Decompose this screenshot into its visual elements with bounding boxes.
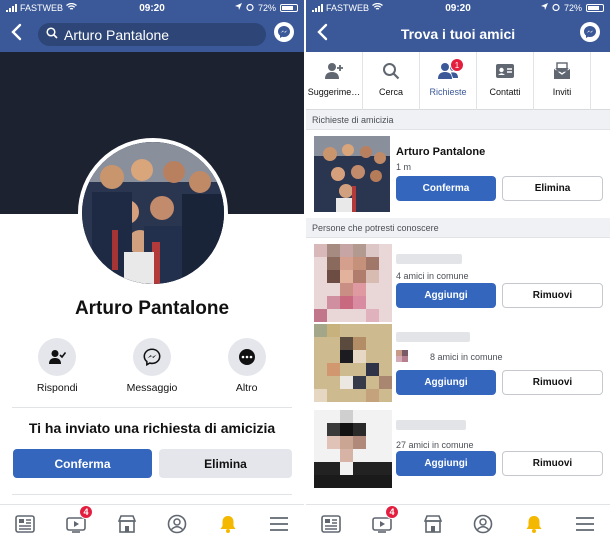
bottom-nav: 4 [306, 504, 610, 542]
news-feed-icon[interactable] [316, 509, 346, 539]
notifications-bell-icon[interactable] [519, 509, 549, 539]
watch-icon[interactable]: 4 [367, 504, 399, 539]
watch-badge: 4 [78, 504, 93, 519]
message-label: Messaggio [126, 382, 178, 394]
menu-icon[interactable] [570, 509, 600, 539]
confirm-button[interactable]: Conferma [13, 449, 152, 478]
messenger-icon [143, 348, 161, 366]
top-bar: FASTWEB 09:20 72% Trova i tuoi amici [306, 0, 610, 52]
suggestion-row: 4 amici in comune Aggiungi Rimuovi [306, 238, 610, 322]
find-friends-screen: FASTWEB 09:20 72% Trova i tuoi amici Sug… [306, 0, 610, 542]
suggestion-name-blurred [396, 420, 466, 430]
profile-screen: FASTWEB 09:20 72% Arturo Pantalone Artur… [0, 0, 304, 542]
message-button[interactable]: Messaggio [107, 338, 197, 394]
request-avatar[interactable] [314, 136, 390, 212]
divider [12, 407, 292, 408]
status-bar: FASTWEB 09:20 72% [306, 0, 610, 16]
status-bar: FASTWEB 09:20 72% [0, 0, 304, 16]
suggestion-name-blurred [396, 254, 462, 264]
watch-icon[interactable]: 4 [61, 504, 93, 539]
requests-badge: 1 [450, 58, 464, 72]
battery-icon [586, 4, 604, 12]
watch-badge: 4 [384, 504, 399, 519]
search-input[interactable] [64, 26, 254, 43]
tab-suggestions[interactable]: Suggerime… [306, 52, 363, 110]
marketplace-icon[interactable] [112, 509, 142, 539]
friend-request-text: Ti ha inviato una richiesta di amicizia [28, 420, 276, 436]
suggestion-avatar-blurred[interactable] [314, 244, 392, 322]
confirm-request-button[interactable]: Conferma [396, 176, 496, 201]
request-name[interactable]: Arturo Pantalone [396, 146, 485, 158]
suggestion-avatar-blurred[interactable] [314, 324, 392, 402]
divider [12, 494, 292, 495]
respond-button[interactable]: Rispondi [12, 338, 102, 394]
contact-card-icon [496, 64, 514, 78]
more-label: Altro [235, 382, 258, 394]
profile-icon[interactable] [162, 509, 192, 539]
top-bar: FASTWEB 09:20 72% [0, 0, 304, 52]
section-header-people: Persone che potresti conoscere [306, 218, 610, 238]
friend-request-row: Arturo Pantalone 1 m Conferma Elimina [306, 130, 610, 216]
remove-suggestion-button[interactable]: Rimuovi [502, 283, 603, 308]
location-icon [234, 3, 242, 13]
profile-name: Arturo Pantalone [74, 298, 230, 319]
bottom-nav: 4 [0, 504, 304, 542]
tab-search[interactable]: Cerca [363, 52, 420, 110]
envelope-icon [553, 62, 571, 79]
news-feed-icon[interactable] [10, 509, 40, 539]
profile-actions: Rispondi Messaggio Altro [0, 338, 304, 394]
back-arrow-icon[interactable] [10, 22, 26, 44]
tab-contacts[interactable]: Contatti [477, 52, 534, 110]
page-title: Trova i tuoi amici [400, 26, 516, 42]
request-time: 1 m [396, 162, 412, 172]
suggestion-row: 8 amici in comune Aggiungi Rimuovi [306, 318, 610, 402]
mutual-friends: 4 amici in comune [396, 271, 469, 281]
search-bar[interactable] [38, 23, 266, 46]
person-add-icon [325, 63, 343, 79]
suggestion-avatar-blurred[interactable] [314, 410, 392, 488]
menu-icon[interactable] [264, 509, 294, 539]
profile-picture[interactable] [78, 138, 228, 288]
alarm-icon [552, 3, 560, 13]
suggestion-name-blurred [396, 332, 470, 342]
add-friend-button[interactable]: Aggiungi [396, 451, 496, 476]
add-friend-button[interactable]: Aggiungi [396, 283, 496, 308]
respond-label: Rispondi [36, 382, 78, 394]
alarm-icon [246, 3, 254, 13]
search-icon [383, 63, 400, 80]
battery-percent: 72% [563, 3, 582, 13]
more-button[interactable]: Altro [202, 338, 292, 394]
messenger-icon[interactable] [274, 22, 294, 42]
suggestion-row: 27 amici in comune Aggiungi Rimuovi [306, 404, 610, 500]
more-dots-icon [238, 349, 255, 365]
location-icon [540, 3, 548, 13]
tab-requests[interactable]: 1 Richieste [420, 52, 477, 110]
add-friend-button[interactable]: Aggiungi [396, 370, 496, 395]
section-header-requests: Richieste di amicizia [306, 110, 610, 130]
tab-more[interactable]: A [591, 52, 610, 110]
notifications-bell-icon[interactable] [213, 509, 243, 539]
battery-icon [280, 4, 298, 12]
mutual-friends: 8 amici in comune [430, 352, 503, 362]
profile-icon[interactable] [468, 509, 498, 539]
find-friends-tabs: Suggerime… Cerca 1 Richieste Contatti In… [306, 52, 610, 110]
delete-request-button[interactable]: Elimina [502, 176, 603, 201]
messenger-icon[interactable] [580, 22, 600, 42]
mutual-friends: 27 amici in comune [396, 440, 474, 450]
search-icon [46, 26, 58, 44]
tab-invites[interactable]: Inviti [534, 52, 591, 110]
mutual-friends-avatars [396, 350, 418, 364]
battery-percent: 72% [257, 3, 276, 13]
marketplace-icon[interactable] [418, 509, 448, 539]
delete-button[interactable]: Elimina [159, 449, 292, 478]
remove-suggestion-button[interactable]: Rimuovi [502, 370, 603, 395]
remove-suggestion-button[interactable]: Rimuovi [502, 451, 603, 476]
person-check-icon [49, 350, 67, 364]
